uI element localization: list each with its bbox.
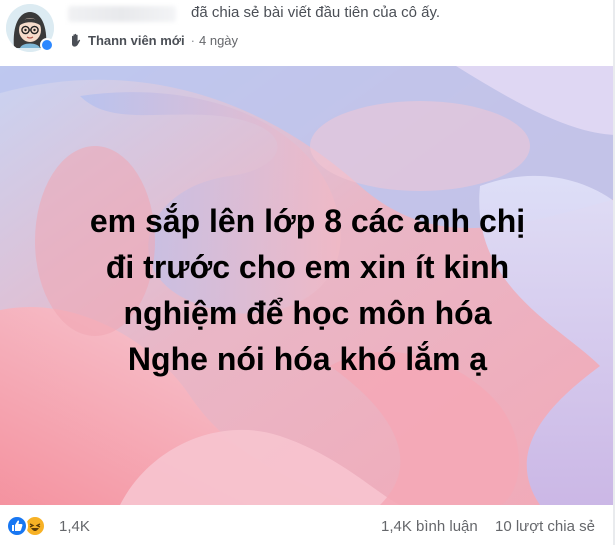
wave-hand-icon (68, 32, 84, 48)
post-header: đã chia sẻ bài viết đầu tiên của cô ấy. … (0, 0, 615, 64)
share-count[interactable]: 10 lượt chia sẻ (495, 518, 595, 535)
meta-separator: · (190, 32, 195, 48)
post-image[interactable]: em sắp lên lớp 8 các anh chị đi trước ch… (0, 66, 615, 505)
reaction-count[interactable]: 1,4K (59, 518, 90, 535)
member-badge-label[interactable]: Thann viên mới (88, 33, 185, 48)
post-meta: Thann viên mới · 4 ngày (68, 31, 238, 49)
author-name-blurred[interactable] (68, 6, 176, 22)
like-icon (6, 515, 28, 537)
online-badge-icon (40, 38, 54, 52)
reaction-icons[interactable] (6, 515, 54, 537)
comment-count[interactable]: 1,4K bình luận (381, 518, 478, 535)
caption-line-2: đi trước cho em xin ít kinh (105, 249, 510, 285)
post-footer: 1,4K 1,4K bình luận 10 lượt chia sẻ (0, 505, 615, 545)
shared-post-text: đã chia sẻ bài viết đầu tiên của cô ấy. (191, 4, 441, 21)
caption-line-1: em sắp lên lớp 8 các anh chị (89, 203, 526, 239)
caption-line-4: Nghe nói hóa khó lắm ạ (127, 341, 488, 377)
image-caption-text: em sắp lên lớp 8 các anh chị đi trước ch… (0, 198, 615, 382)
facebook-post: đã chia sẻ bài viết đầu tiên của cô ấy. … (0, 0, 615, 545)
post-timestamp[interactable]: 4 ngày (199, 33, 238, 48)
caption-line-3: nghiệm để học môn hóa (123, 295, 492, 331)
